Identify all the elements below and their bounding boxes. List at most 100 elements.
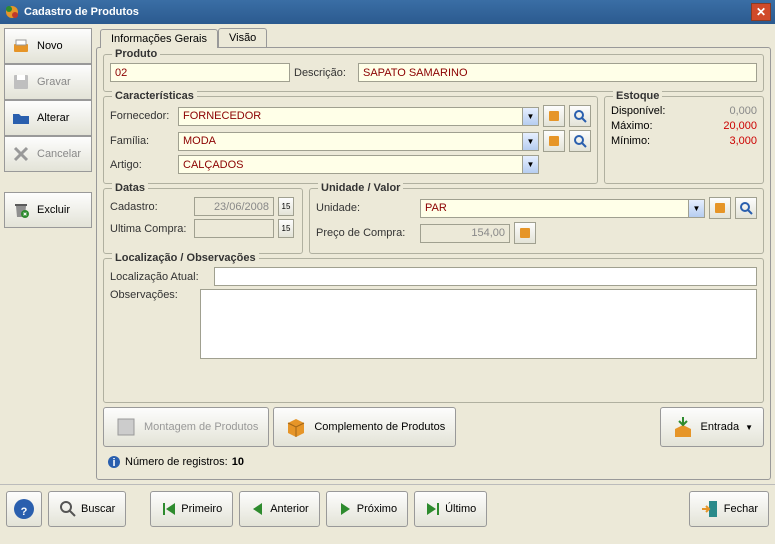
gravar-button[interactable]: Gravar	[4, 64, 92, 100]
artigo-select[interactable]: CALÇADOS▼	[178, 155, 539, 174]
fornecedor-select[interactable]: FORNECEDOR▼	[178, 107, 539, 126]
minimo-value[interactable]: 3,000	[697, 135, 757, 147]
legend-estoque: Estoque	[613, 90, 662, 102]
help-button[interactable]: ?	[6, 491, 42, 527]
plus-icon	[547, 134, 561, 148]
disponivel-label: Disponível:	[611, 105, 665, 117]
printer-icon	[9, 34, 33, 58]
anterior-button[interactable]: Anterior	[239, 491, 320, 527]
descricao-input[interactable]	[358, 63, 757, 82]
ultima-date[interactable]	[194, 219, 274, 238]
cadastro-date[interactable]	[194, 197, 274, 216]
unidade-search-button[interactable]	[735, 197, 757, 219]
primeiro-label: Primeiro	[181, 503, 222, 515]
cancel-icon	[9, 142, 33, 166]
calendar-icon: 15	[282, 202, 291, 211]
window-title: Cadastro de Produtos	[24, 6, 751, 18]
codigo-input[interactable]	[110, 63, 290, 82]
cancelar-button[interactable]: Cancelar	[4, 136, 92, 172]
anterior-label: Anterior	[270, 503, 309, 515]
help-icon: ?	[12, 497, 36, 521]
unidade-label: Unidade:	[316, 202, 416, 214]
alterar-label: Alterar	[37, 112, 69, 124]
titlebar: Cadastro de Produtos ✕	[0, 0, 775, 24]
legend-produto: Produto	[112, 48, 160, 60]
excluir-label: Excluir	[37, 204, 70, 216]
cadastro-label: Cadastro:	[110, 201, 190, 213]
ultima-cal-button[interactable]: 15	[278, 219, 294, 238]
registros-value: 10	[232, 456, 244, 468]
door-icon	[700, 499, 720, 519]
maximo-value[interactable]: 20,000	[697, 120, 757, 132]
proximo-button[interactable]: Próximo	[326, 491, 408, 527]
unidade-add-button[interactable]	[709, 197, 731, 219]
ultima-label: Ultima Compra:	[110, 223, 190, 235]
primeiro-button[interactable]: Primeiro	[150, 491, 233, 527]
next-icon	[337, 501, 353, 517]
fornecedor-add-button[interactable]	[543, 105, 565, 127]
familia-add-button[interactable]	[543, 130, 565, 152]
chevron-down-icon: ▼	[522, 108, 538, 125]
familia-label: Família:	[110, 135, 174, 147]
search-icon	[573, 109, 587, 123]
plus-icon	[713, 201, 727, 215]
obs-label: Observações:	[110, 289, 196, 301]
artigo-label: Artigo:	[110, 159, 174, 171]
chevron-down-icon: ▼	[522, 156, 538, 173]
legend-unidade: Unidade / Valor	[318, 182, 403, 194]
first-icon	[161, 501, 177, 517]
novo-label: Novo	[37, 40, 63, 52]
cadastro-cal-button[interactable]: 15	[278, 197, 294, 216]
novo-button[interactable]: Novo	[4, 28, 92, 64]
montagem-button[interactable]: Montagem de Produtos	[103, 407, 269, 447]
entrada-icon	[671, 415, 695, 439]
ultimo-button[interactable]: Último	[414, 491, 487, 527]
entrada-button[interactable]: Entrada ▼	[660, 407, 764, 447]
disponivel-value: 0,000	[697, 105, 757, 117]
search-icon	[739, 201, 753, 215]
proximo-label: Próximo	[357, 503, 397, 515]
box-icon	[284, 415, 308, 439]
app-icon	[4, 4, 20, 20]
observacoes-input[interactable]	[200, 289, 757, 359]
fornecedor-label: Fornecedor:	[110, 110, 174, 122]
buscar-label: Buscar	[81, 503, 115, 515]
maximo-label: Máximo:	[611, 120, 653, 132]
familia-select[interactable]: MODA▼	[178, 132, 539, 151]
svg-text:i: i	[112, 457, 115, 469]
alterar-button[interactable]: Alterar	[4, 100, 92, 136]
minimo-label: Mínimo:	[611, 135, 650, 147]
search-icon	[573, 134, 587, 148]
last-icon	[425, 501, 441, 517]
descricao-label: Descrição:	[294, 67, 354, 79]
unidade-select[interactable]: PAR▼	[420, 199, 705, 218]
group-estoque: Estoque Disponível:0,000 Máximo:20,000 M…	[604, 96, 764, 184]
close-button[interactable]: ✕	[751, 3, 771, 21]
preco-label: Preço de Compra:	[316, 227, 416, 239]
group-produto: Produto Descrição:	[103, 54, 764, 92]
buscar-button[interactable]: Buscar	[48, 491, 126, 527]
cancelar-label: Cancelar	[37, 148, 81, 160]
cube-icon	[114, 415, 138, 439]
preco-button[interactable]	[514, 222, 536, 244]
sidebar: Novo Gravar Alterar Cancelar Excluir	[4, 28, 92, 480]
atual-label: Localização Atual:	[110, 271, 210, 283]
group-datas: Datas Cadastro: 15 Ultima Compra: 15	[103, 188, 303, 254]
group-caracteristicas: Características Fornecedor: FORNECEDOR▼ …	[103, 96, 598, 184]
group-localizacao: Localização / Observações Localização At…	[103, 258, 764, 403]
info-icon: i	[107, 455, 121, 469]
plus-icon	[547, 109, 561, 123]
tab-gerais[interactable]: Informações Gerais	[100, 29, 218, 48]
preco-input[interactable]	[420, 224, 510, 243]
complemento-button[interactable]: Complemento de Produtos	[273, 407, 456, 447]
excluir-button[interactable]: Excluir	[4, 192, 92, 228]
familia-search-button[interactable]	[569, 130, 591, 152]
plus-icon	[518, 226, 532, 240]
fechar-button[interactable]: Fechar	[689, 491, 769, 527]
save-icon	[9, 70, 33, 94]
fornecedor-search-button[interactable]	[569, 105, 591, 127]
chevron-down-icon: ▼	[745, 423, 753, 432]
legend-datas: Datas	[112, 182, 148, 194]
tab-visao[interactable]: Visão	[218, 28, 267, 47]
localizacao-input[interactable]	[214, 267, 757, 286]
